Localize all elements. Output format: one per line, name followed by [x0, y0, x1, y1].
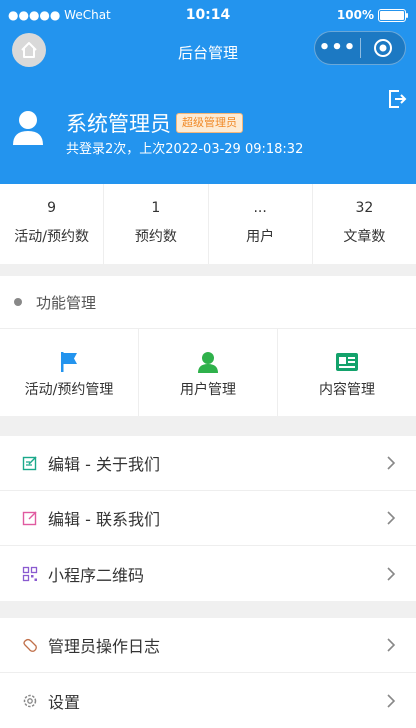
stat-bookings[interactable]: 1 预约数	[104, 184, 209, 264]
chevron-right-icon	[387, 566, 396, 581]
menu-item-admin-log[interactable]: 管理员操作日志	[0, 618, 416, 673]
battery-icon	[378, 8, 408, 22]
stat-value: 32	[355, 200, 374, 216]
stat-value: 1	[151, 200, 161, 216]
close-miniprogram-button[interactable]	[361, 37, 405, 59]
menu-label: 管理员操作日志	[48, 637, 161, 656]
menu-label: 设置	[48, 692, 81, 712]
menu-item-edit-contact[interactable]: 编辑 - 联系我们	[0, 491, 416, 546]
section-title: 功能管理	[36, 293, 97, 312]
function-label: 用户管理	[180, 382, 236, 398]
menu-label: 编辑 - 联系我们	[48, 510, 160, 529]
chevron-right-icon	[387, 693, 396, 708]
chevron-right-icon	[387, 511, 396, 525]
content-card-icon	[336, 353, 358, 371]
role-badge: 超级管理员	[176, 113, 243, 133]
target-close-icon	[373, 39, 392, 57]
flag-icon	[61, 352, 77, 372]
content-management-button[interactable]: 内容管理	[278, 329, 416, 416]
more-button[interactable]: •••	[315, 33, 360, 63]
gear-icon	[23, 694, 37, 707]
stats-bar: 9 活动/预约数 1 预约数 ... 用户 32 文章数	[0, 184, 416, 264]
stat-label: 预约数	[134, 229, 177, 245]
edit-icon	[22, 456, 37, 471]
menu-group-edit: 编辑 - 关于我们 编辑 - 联系我们 小程序二维码	[0, 436, 416, 601]
stat-label: 用户	[246, 229, 275, 245]
menu-item-settings[interactable]: 设置	[0, 673, 416, 728]
user-name: 系统管理员	[66, 112, 171, 136]
menu-item-qrcode[interactable]: 小程序二维码	[0, 546, 416, 601]
activity-management-button[interactable]: 活动/预约管理	[0, 329, 139, 416]
edit-icon	[22, 511, 37, 526]
stat-activities[interactable]: 9 活动/预约数	[0, 184, 105, 264]
stat-articles[interactable]: 32 文章数	[313, 184, 416, 264]
function-label: 内容管理	[319, 382, 375, 398]
miniprogram-capsule: •••	[314, 31, 406, 65]
chevron-right-icon	[387, 638, 396, 652]
function-management-card: 功能管理 活动/预约管理 用户管理 内容管理	[0, 276, 416, 416]
logout-button[interactable]	[386, 88, 408, 114]
log-icon	[23, 638, 37, 652]
user-management-button[interactable]: 用户管理	[139, 329, 278, 416]
bullet-icon	[14, 298, 22, 306]
logout-icon	[389, 90, 407, 108]
qrcode-icon	[22, 566, 38, 581]
menu-label: 小程序二维码	[48, 565, 145, 585]
chevron-right-icon	[387, 456, 396, 470]
stat-value: ...	[253, 200, 267, 216]
stat-label: 文章数	[343, 229, 386, 245]
stat-label: 活动/预约数	[14, 229, 89, 245]
menu-group-system: 管理员操作日志 设置	[0, 618, 416, 728]
function-label: 活动/预约管理	[24, 382, 114, 398]
menu-item-edit-about[interactable]: 编辑 - 关于我们	[0, 436, 416, 491]
function-grid: 活动/预约管理 用户管理 内容管理	[0, 329, 416, 416]
battery-percent: 100%	[336, 8, 374, 22]
status-bar: ●●●●● WeChat 10:14 100%	[0, 0, 416, 32]
stat-value: 9	[47, 200, 57, 216]
battery-indicator: 100%	[336, 8, 408, 22]
stat-users[interactable]: ... 用户	[209, 184, 313, 264]
login-info: 共登录2次，上次2022-03-29 09:18:32	[66, 142, 304, 157]
avatar	[12, 110, 44, 150]
menu-label: 编辑 - 关于我们	[48, 455, 160, 474]
user-avatar-icon	[13, 111, 43, 145]
section-header: 功能管理	[0, 276, 416, 329]
user-icon	[198, 352, 218, 373]
